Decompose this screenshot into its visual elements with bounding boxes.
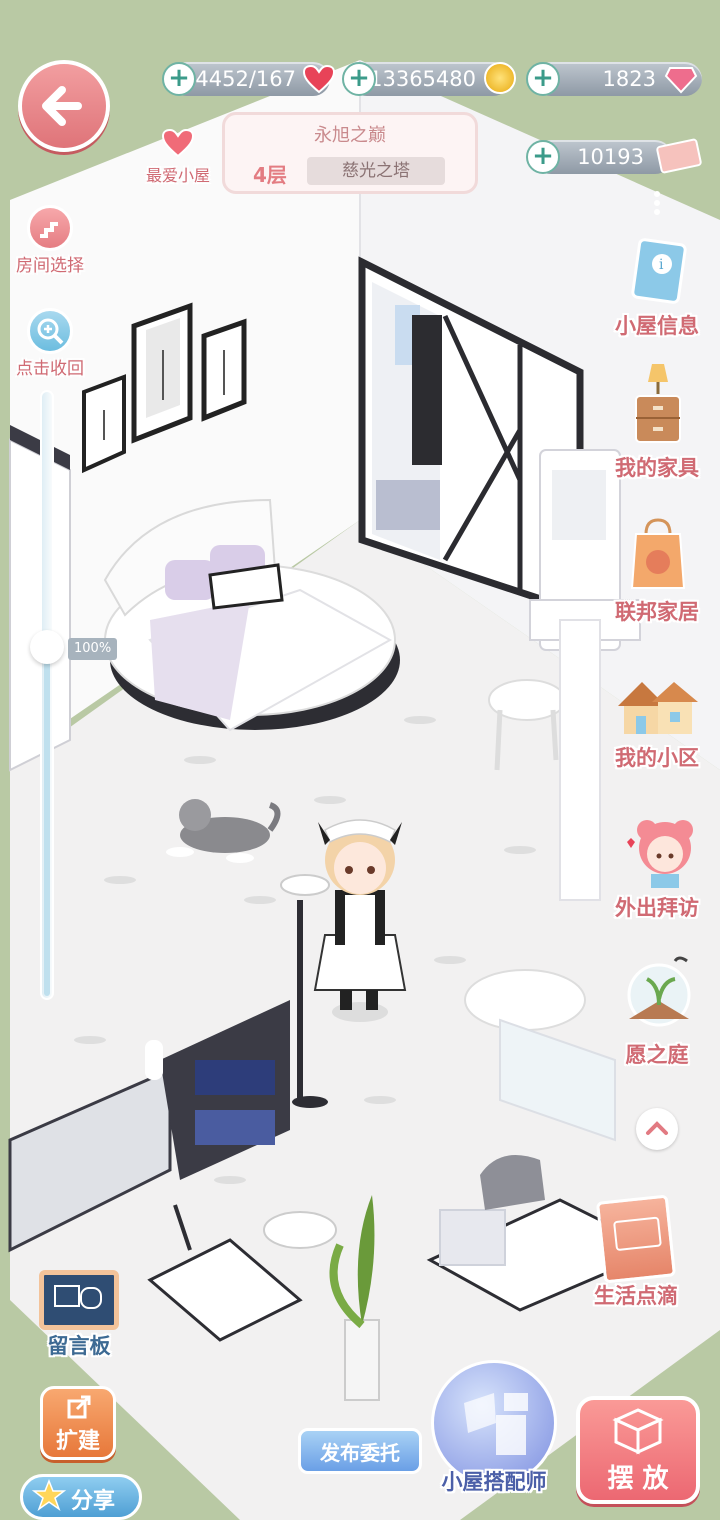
hearts-value: 4452/167 bbox=[195, 67, 296, 91]
room-select-button[interactable]: 房间选择 bbox=[8, 205, 92, 276]
publish-commission-button[interactable]: 发布委托 bbox=[298, 1428, 422, 1474]
room-designer-button[interactable]: 小屋搭配师 bbox=[426, 1360, 562, 1516]
gold-coin-icon bbox=[484, 62, 516, 94]
ticket-add-button[interactable]: + bbox=[526, 140, 560, 174]
expand-arrow-icon bbox=[67, 1395, 91, 1419]
visit-out-label: 外出拜访 bbox=[615, 896, 699, 920]
my-community-button[interactable]: 我的小区 bbox=[602, 672, 712, 772]
more-dots-icon[interactable] bbox=[652, 188, 662, 218]
heart-icon bbox=[302, 64, 336, 94]
diamond-add-button[interactable]: + bbox=[526, 62, 560, 96]
life-moments-label: 生活点滴 bbox=[594, 1284, 678, 1308]
room-info-button[interactable]: i 小屋信息 bbox=[602, 238, 712, 340]
ticket-value: 10193 bbox=[577, 145, 644, 169]
curtain bbox=[559, 619, 601, 901]
hearts-add-button[interactable]: + bbox=[162, 62, 196, 96]
expand-label: 扩建 bbox=[55, 1429, 100, 1454]
star-hand-icon bbox=[31, 1478, 67, 1511]
collapse-button[interactable]: 点击收回 bbox=[8, 308, 92, 379]
zoom-slider-handle[interactable] bbox=[30, 630, 64, 664]
girl-avatar-icon bbox=[627, 820, 693, 888]
gold-add-button[interactable]: + bbox=[342, 62, 376, 96]
room-info-label: 小屋信息 bbox=[615, 314, 699, 338]
info-book-icon: i bbox=[631, 238, 687, 304]
houses-icon bbox=[618, 682, 698, 734]
my-community-label: 我的小区 bbox=[615, 746, 699, 770]
chalkboard-icon bbox=[39, 1270, 119, 1330]
federation-home-label: 联邦家居 bbox=[615, 600, 699, 624]
scroll-up-button[interactable] bbox=[636, 1108, 678, 1150]
diamond-value: 1823 bbox=[602, 67, 656, 91]
heart-icon bbox=[161, 128, 195, 158]
collapse-label: 点击收回 bbox=[16, 359, 84, 379]
life-moments-button[interactable]: 生活点滴 bbox=[578, 1194, 694, 1310]
my-furniture-button[interactable]: 我的家具 bbox=[602, 360, 712, 482]
box-icon bbox=[612, 1408, 664, 1455]
share-button[interactable]: 分享 bbox=[20, 1474, 142, 1520]
tower-name: 慈光之塔 bbox=[307, 157, 445, 185]
favorite-room-label: 最爱小屋 bbox=[145, 166, 210, 185]
publish-commission-label: 发布委托 bbox=[320, 1441, 400, 1465]
room-title-plate[interactable]: 永旭之巅 4层 慈光之塔 bbox=[222, 112, 478, 194]
cabinet-lamp-icon bbox=[635, 364, 681, 443]
expand-button[interactable]: 扩建 bbox=[40, 1386, 116, 1460]
back-button[interactable] bbox=[18, 60, 110, 152]
zoom-percentage: 100% bbox=[68, 638, 118, 660]
floor-number: 4层 bbox=[253, 163, 287, 187]
stairs-icon bbox=[27, 205, 73, 251]
message-board-button[interactable]: 留言板 bbox=[34, 1270, 124, 1360]
room-designer-label: 小屋搭配师 bbox=[441, 1470, 547, 1494]
zoom-slider-fill bbox=[44, 647, 50, 996]
zoom-in-icon bbox=[27, 308, 73, 354]
wish-garden-button[interactable]: 愿之庭 bbox=[602, 955, 712, 1069]
place-label: 摆 放 bbox=[607, 1464, 669, 1494]
zoom-slider-track[interactable] bbox=[40, 390, 54, 1000]
favorite-room-button[interactable]: 最爱小屋 bbox=[140, 128, 216, 186]
room-select-label: 房间选择 bbox=[16, 256, 84, 276]
shopping-bag-icon bbox=[630, 518, 686, 589]
place-button[interactable]: 摆 放 bbox=[576, 1396, 700, 1504]
message-board-label: 留言板 bbox=[47, 1334, 111, 1358]
journal-book-icon bbox=[595, 1194, 677, 1284]
share-label: 分享 bbox=[71, 1489, 116, 1514]
my-furniture-label: 我的家具 bbox=[615, 456, 699, 480]
wish-garden-label: 愿之庭 bbox=[625, 1043, 689, 1067]
visit-out-button[interactable]: 外出拜访 bbox=[602, 812, 712, 922]
chevron-up-icon bbox=[646, 1121, 668, 1135]
sprout-globe-icon bbox=[627, 956, 691, 1027]
arrow-left-icon bbox=[42, 86, 82, 126]
federation-home-button[interactable]: 联邦家居 bbox=[602, 516, 712, 626]
diamond-icon bbox=[664, 67, 698, 94]
gold-value: 13365480 bbox=[369, 67, 476, 91]
footstool bbox=[263, 1211, 337, 1249]
room-title: 永旭之巅 bbox=[314, 125, 386, 146]
svg-text:i: i bbox=[659, 257, 664, 273]
